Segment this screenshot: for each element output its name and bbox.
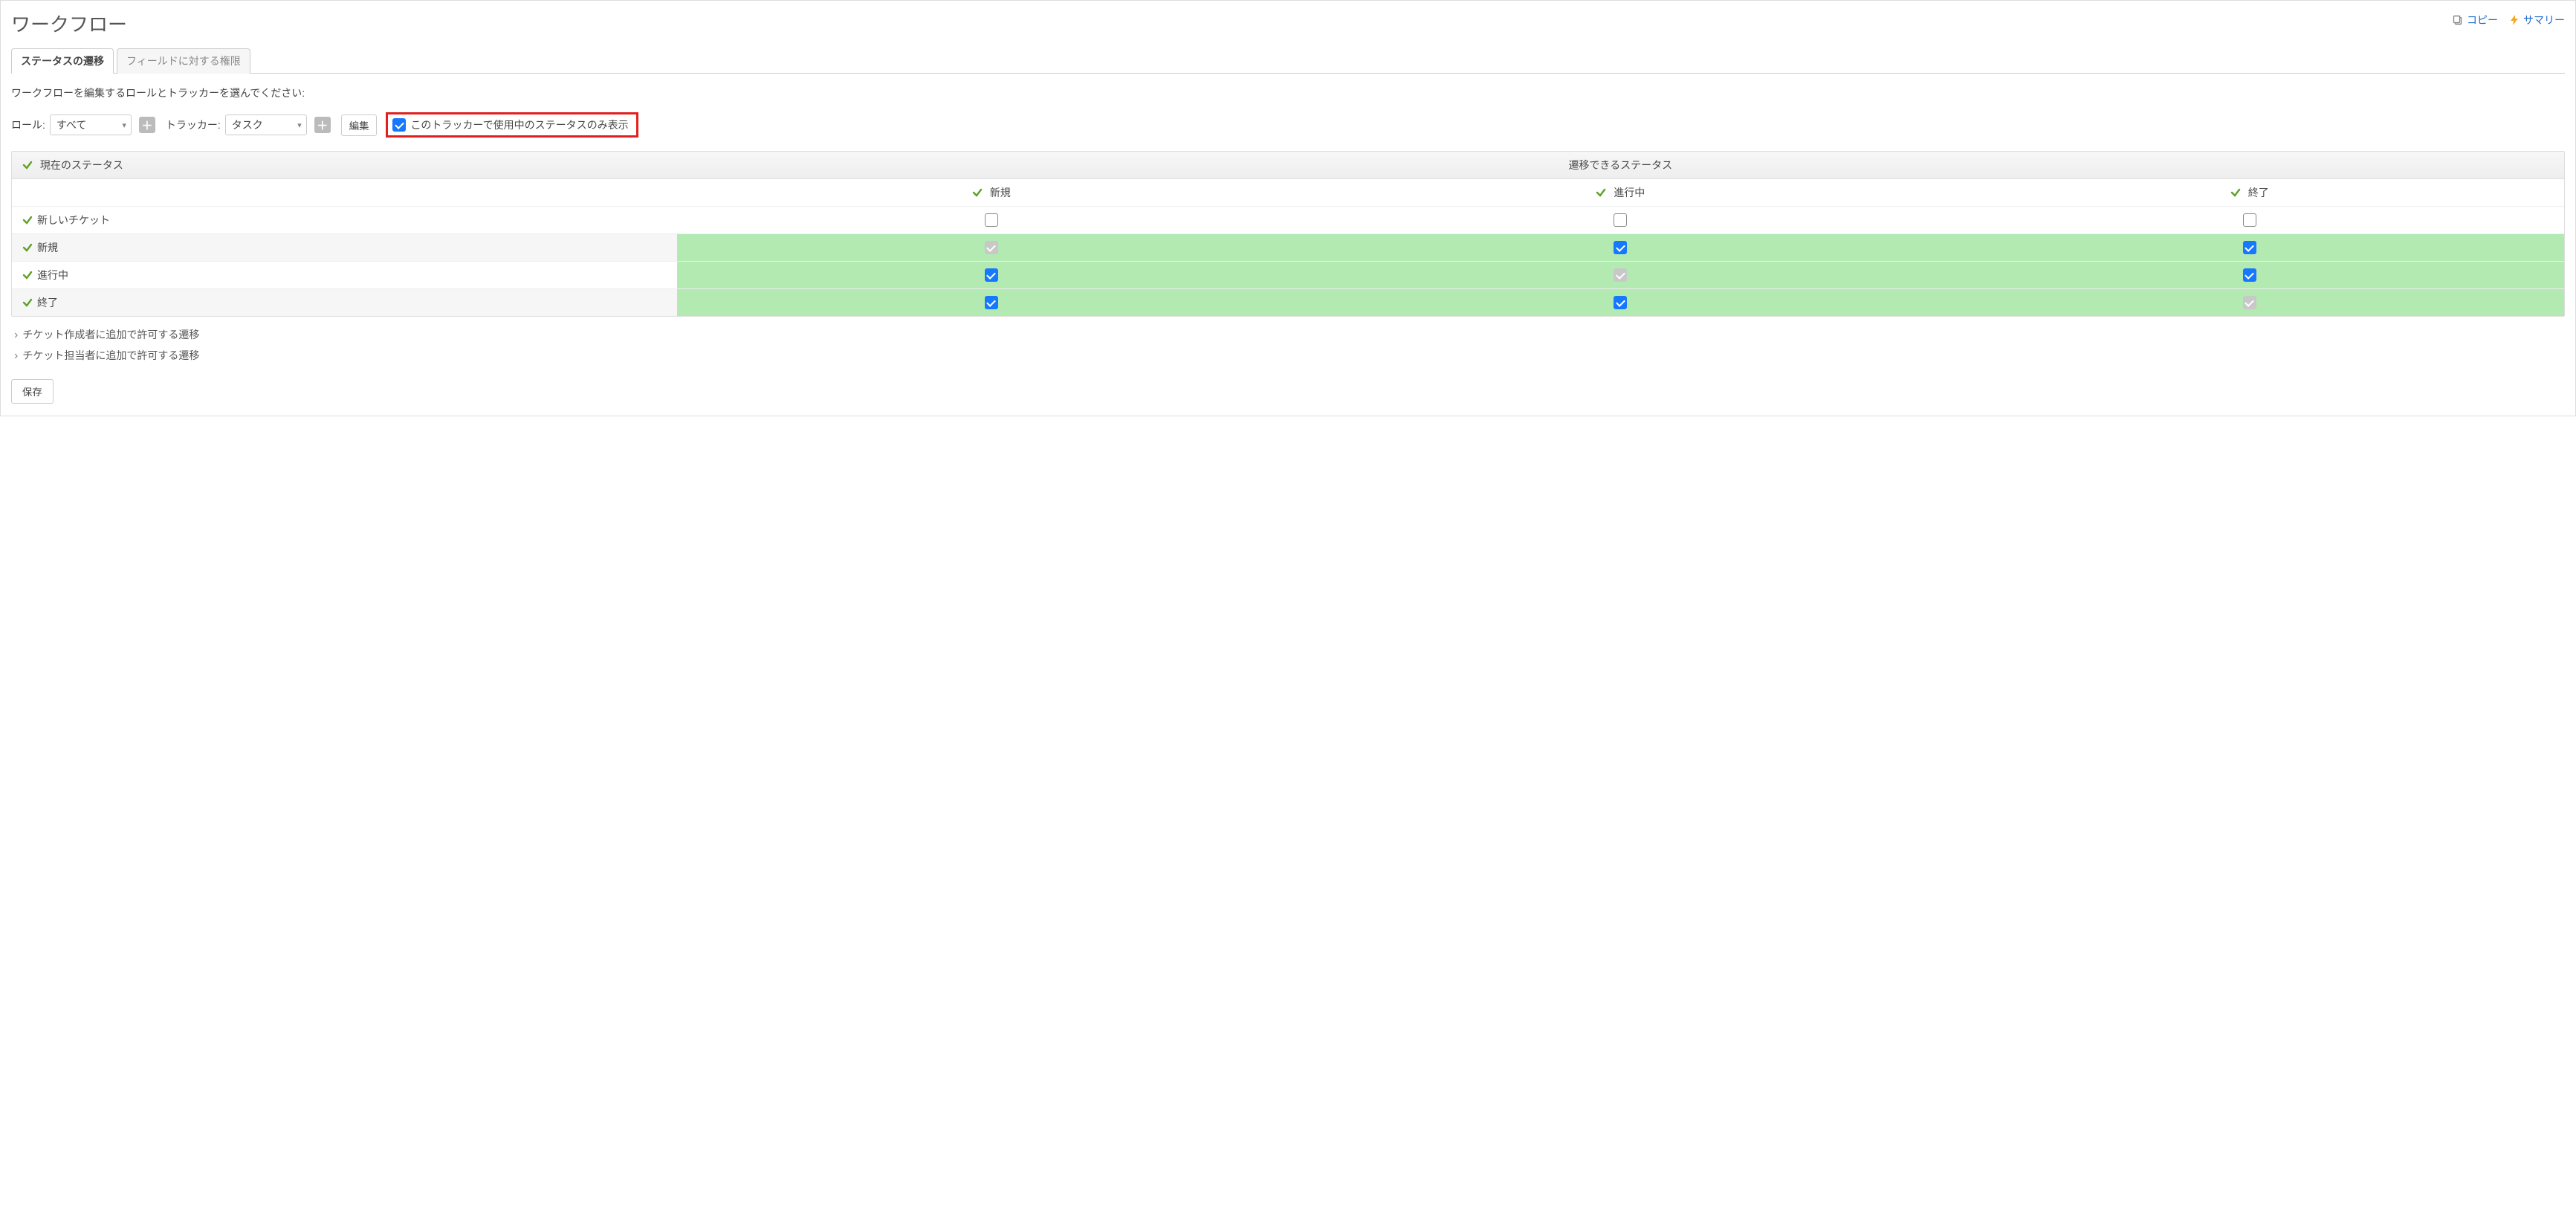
col-header-label: 新規 (990, 187, 1011, 198)
edit-button[interactable]: 編集 (341, 114, 378, 136)
tracker-plus-button[interactable]: ＋ (314, 117, 331, 133)
col-header-label: 進行中 (1614, 187, 1645, 198)
check-icon (22, 269, 33, 281)
col-header-label: 終了 (2248, 187, 2269, 198)
fold-assignee-transitions[interactable]: チケット担当者に追加で許可する遷移 (14, 345, 2565, 366)
current-status-header-label: 現在のステータス (40, 159, 123, 171)
transition-checkbox[interactable] (1614, 213, 1627, 227)
row-header[interactable]: 新しいチケット (12, 207, 677, 234)
summary-link-label: サマリー (2523, 13, 2565, 28)
transition-checkbox (2243, 296, 2256, 309)
tracker-select[interactable]: タスク ▾ (225, 114, 307, 135)
chevron-down-icon: ▾ (297, 120, 302, 130)
check-icon (1596, 187, 1606, 198)
instruction-text: ワークフローを編集するロールとトラッカーを選んでください: (11, 85, 2565, 100)
bolt-icon (2508, 14, 2520, 26)
col-header[interactable]: 新規 (677, 179, 1306, 207)
check-icon (2230, 187, 2241, 198)
row-header[interactable]: 進行中 (12, 262, 677, 289)
role-plus-button[interactable]: ＋ (139, 117, 155, 133)
top-actions: コピー サマリー (2452, 8, 2565, 28)
chevron-down-icon: ▾ (122, 120, 126, 130)
row-header-label: 終了 (37, 297, 58, 309)
filter-row: ロール: すべて ▾ ＋ トラッカー: タスク ▾ ＋ 編集 このトラッカーで使… (11, 112, 2565, 138)
check-icon (22, 297, 33, 309)
transition-checkbox[interactable] (1614, 296, 1627, 309)
transition-checkbox (1614, 268, 1627, 282)
only-used-checkbox[interactable] (392, 118, 406, 132)
row-header-label: 進行中 (37, 269, 68, 281)
transition-checkbox[interactable] (985, 296, 998, 309)
highlighted-option: このトラッカーで使用中のステータスのみ表示 (386, 112, 638, 138)
transition-checkbox[interactable] (2243, 241, 2256, 254)
transition-checkbox[interactable] (985, 213, 998, 227)
fold-author-transitions[interactable]: チケット作成者に追加で許可する遷移 (14, 324, 2565, 345)
summary-link[interactable]: サマリー (2508, 13, 2565, 28)
check-icon (22, 214, 33, 226)
check-icon (972, 187, 983, 198)
transition-checkbox[interactable] (2243, 268, 2256, 282)
copy-icon (2452, 14, 2464, 26)
transition-checkbox[interactable] (985, 268, 998, 282)
only-used-checkbox-label: このトラッカーで使用中のステータスのみ表示 (410, 117, 628, 132)
check-icon (22, 242, 33, 254)
role-select-value: すべて (56, 117, 86, 132)
tab-status-transitions[interactable]: ステータスの遷移 (11, 48, 114, 74)
transition-checkbox[interactable] (1614, 241, 1627, 254)
role-label: ロール: (11, 117, 45, 132)
role-select[interactable]: すべて ▾ (50, 114, 132, 135)
transition-checkbox (985, 241, 998, 254)
col-header[interactable]: 終了 (1935, 179, 2564, 207)
tab-field-permissions[interactable]: フィールドに対する権限 (117, 48, 250, 74)
row-header-label: 新しいチケット (37, 214, 110, 226)
tracker-label: トラッカー: (166, 117, 221, 132)
copy-link[interactable]: コピー (2452, 13, 2498, 28)
tabs: ステータスの遷移 フィールドに対する権限 (11, 48, 2565, 74)
workflow-grid: 現在のステータス 遷移できるステータス 新規 進行中 終了 新しいチケット新規進… (12, 152, 2564, 316)
row-header[interactable]: 終了 (12, 289, 677, 317)
row-header-label: 新規 (37, 242, 58, 254)
transition-checkbox[interactable] (2243, 213, 2256, 227)
page-title: ワークフロー (11, 8, 127, 48)
copy-link-label: コピー (2467, 13, 2498, 28)
check-icon (22, 159, 33, 171)
col-header[interactable]: 進行中 (1306, 179, 1935, 207)
row-header[interactable]: 新規 (12, 234, 677, 262)
current-status-header: 現在のステータス (12, 152, 677, 179)
save-button[interactable]: 保存 (11, 379, 54, 404)
transitions-header: 遷移できるステータス (677, 152, 2564, 179)
tracker-select-value: タスク (232, 117, 263, 132)
